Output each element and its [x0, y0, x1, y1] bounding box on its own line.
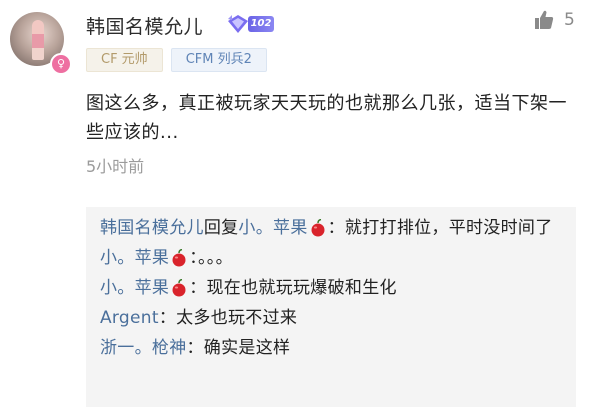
level-badge: 102	[226, 14, 276, 34]
reply-item[interactable]: Argent：太多也玩不过来	[100, 303, 564, 333]
reply-list: 韩国名模允儿回复小。苹果 ：就打打排位，平时没时间了 小。苹果：。。。 小。苹果：…	[86, 207, 576, 363]
reply-author[interactable]: 浙一。枪神	[100, 338, 187, 358]
reply-author[interactable]: 韩国名模允儿	[100, 218, 204, 238]
reply-content: ：就打打排位，平时没时间了	[327, 218, 553, 238]
apple-emoji-icon	[172, 279, 186, 297]
reply-item[interactable]: 浙一。枪神：确实是这样	[100, 333, 564, 363]
reply-content: ：确实是这样	[186, 338, 291, 358]
game-rank-tag-cf: CF 元帅	[86, 48, 163, 72]
reply-item[interactable]: 小。苹果 ：现在也就玩玩爆破和生化	[100, 273, 564, 303]
like-button[interactable]: 5	[534, 10, 575, 30]
reply-content: ：。。。	[189, 248, 233, 268]
comment-timestamp: 5小时前	[86, 157, 145, 176]
reply-thread[interactable]: 韩国名模允儿回复小。苹果 ：就打打排位，平时没时间了 小。苹果：。。。 小。苹果：…	[86, 207, 576, 407]
reply-item[interactable]: 韩国名模允儿回复小。苹果 ：就打打排位，平时没时间了	[100, 213, 564, 243]
reply-item[interactable]: 小。苹果 ：。。。	[100, 243, 564, 273]
diamond-rank-icon	[228, 15, 248, 33]
reply-author[interactable]: Argent	[100, 308, 159, 328]
female-gender-icon: ♀	[50, 53, 72, 75]
reply-content: ：现在也就玩玩爆破和生化	[189, 278, 397, 298]
reply-target[interactable]: 小。苹果	[238, 218, 307, 238]
reply-author[interactable]: 小。苹果	[100, 278, 169, 298]
comment-text: 图这么多，真正被玩家天天玩的也就那么几张，适当下架一些应该的...	[86, 93, 567, 143]
reply-content: ：太多也玩不过来	[158, 308, 298, 328]
thumbs-up-icon	[535, 10, 554, 29]
game-rank-tag-cfm: CFM 列兵2	[170, 48, 267, 72]
reply-word: 回复	[203, 218, 239, 238]
apple-emoji-icon	[311, 219, 325, 237]
reply-author[interactable]: 小。苹果	[100, 248, 169, 268]
apple-emoji-icon	[172, 249, 186, 267]
level-number: 102	[248, 16, 274, 32]
like-count: 5	[564, 10, 575, 30]
user-tags: CF 元帅 CFM 列兵2	[86, 48, 267, 72]
avatar-figure	[32, 20, 44, 60]
username[interactable]: 韩国名模允儿	[86, 12, 203, 39]
